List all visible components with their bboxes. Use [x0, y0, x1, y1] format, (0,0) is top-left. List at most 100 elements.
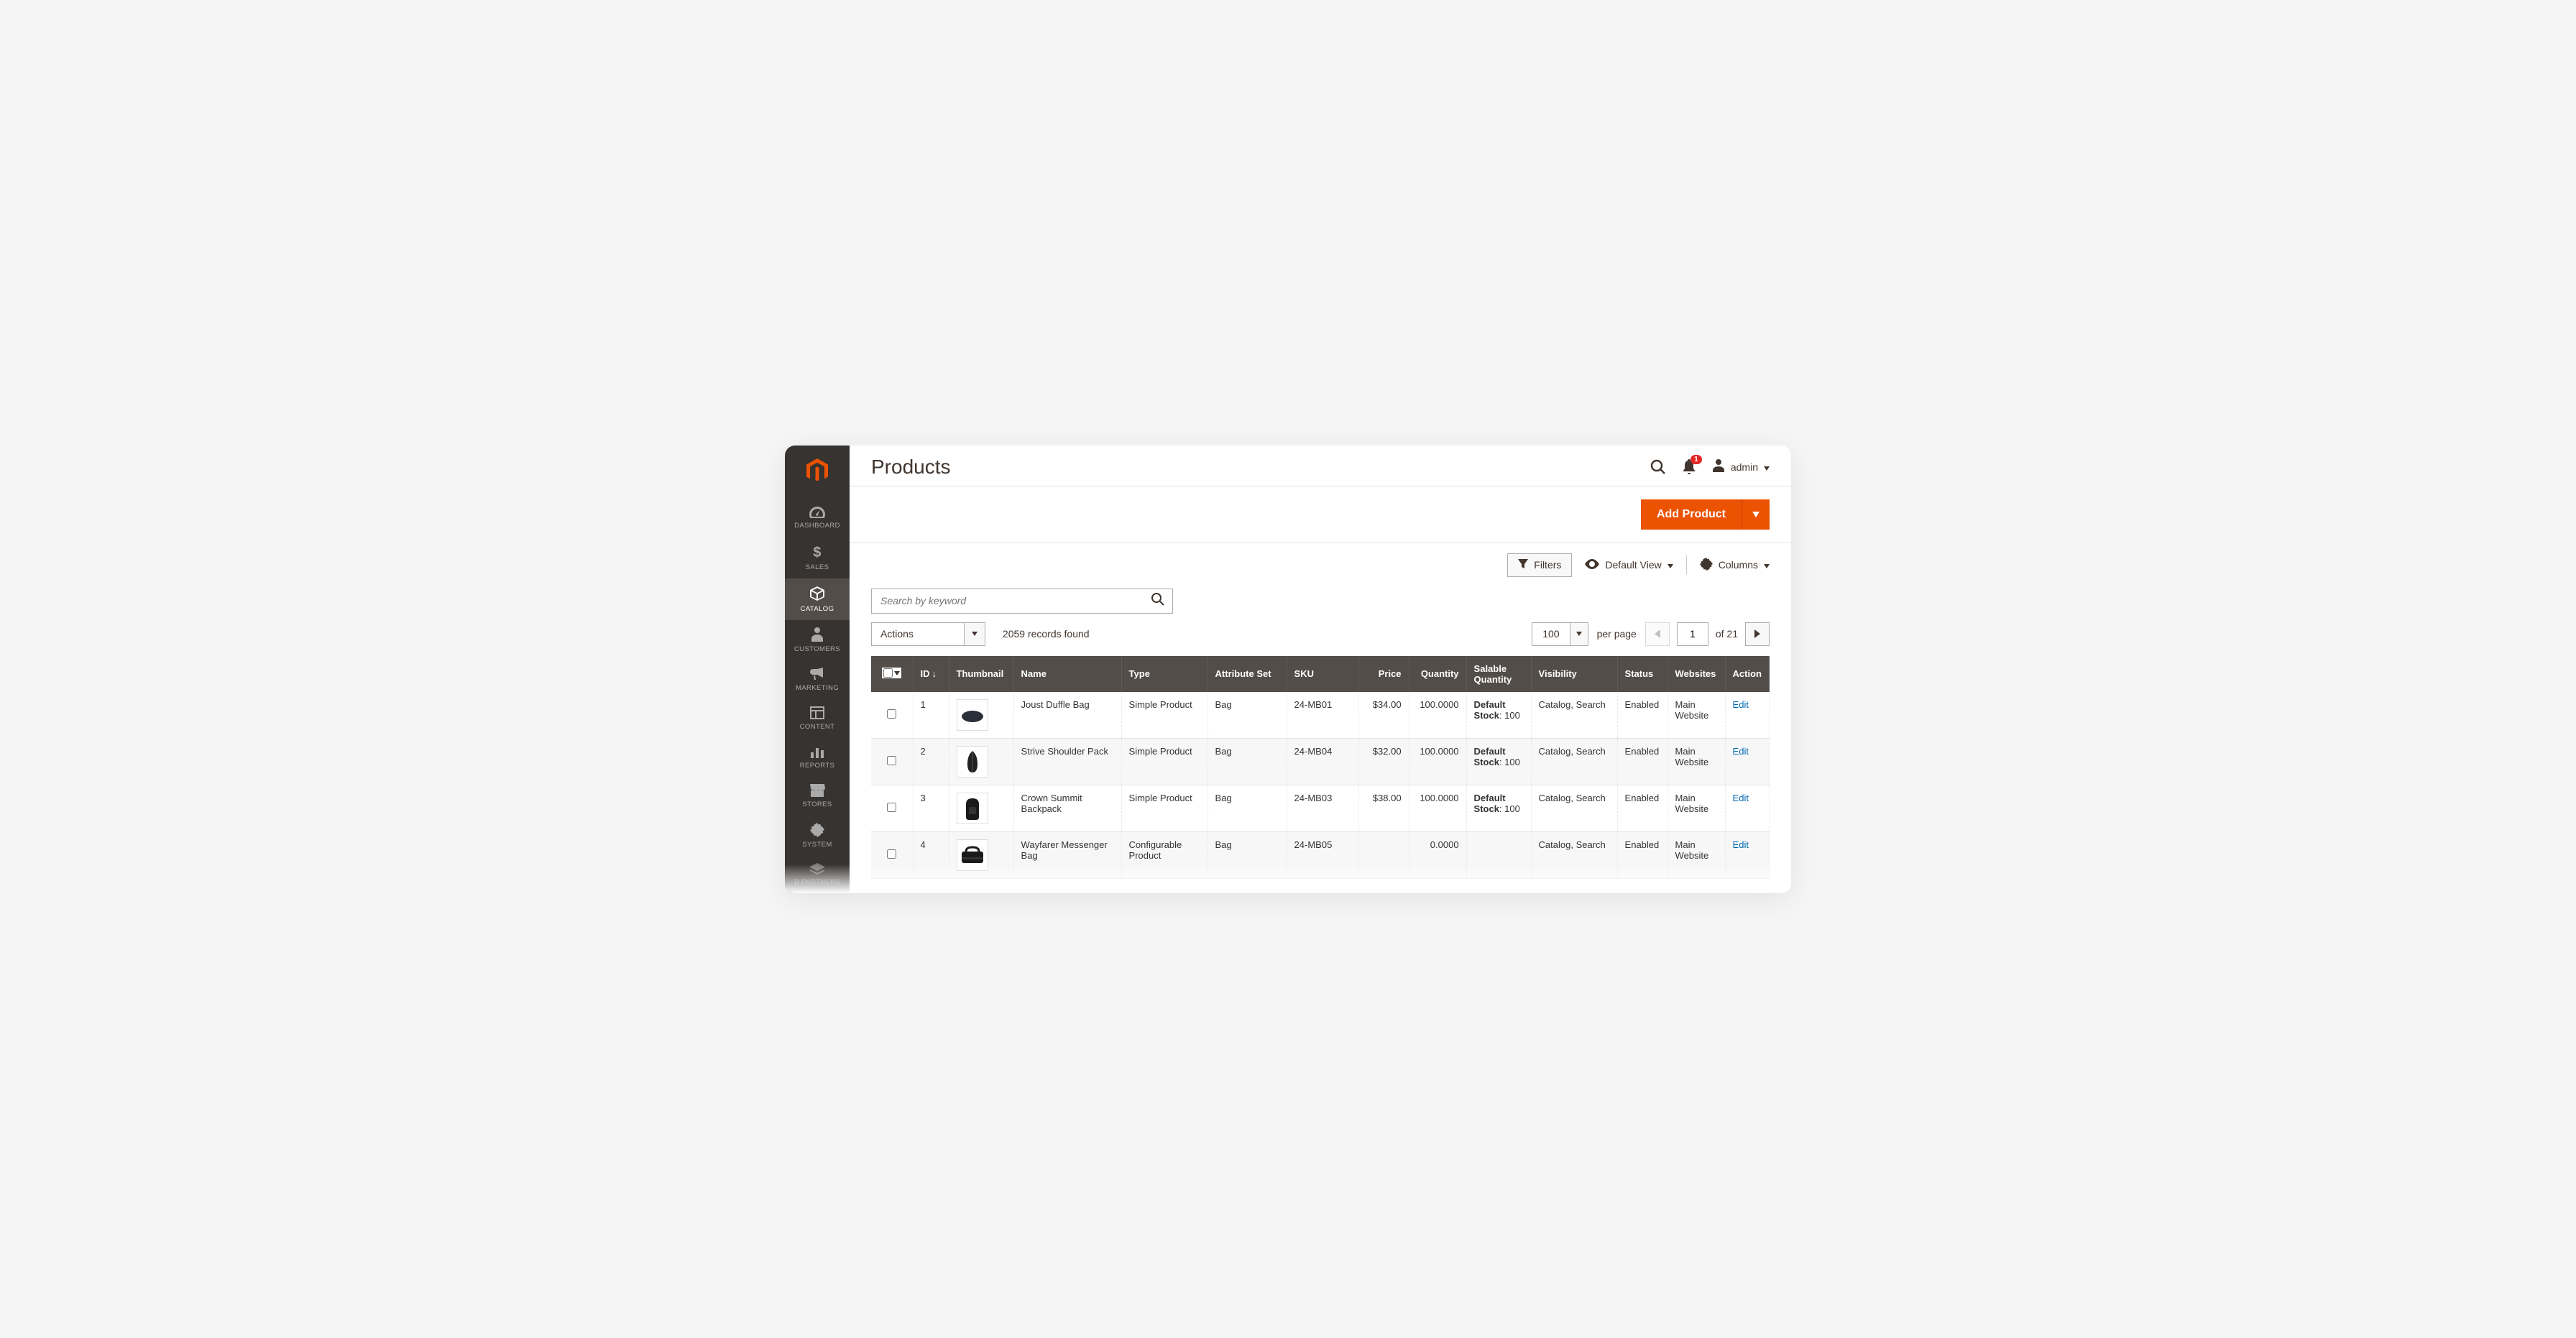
cell-quantity: 100.0000 [1409, 738, 1466, 785]
cell-attribute-set: Bag [1208, 831, 1287, 878]
notification-badge: 1 [1690, 455, 1702, 464]
sidebar-item-dashboard[interactable]: DASHBOARD [785, 499, 850, 537]
current-page-input[interactable] [1677, 622, 1708, 646]
cell-thumbnail [949, 785, 1013, 831]
edit-link[interactable]: Edit [1733, 699, 1749, 710]
cell-price: $34.00 [1358, 692, 1409, 739]
page-size-select[interactable]: 100 [1532, 622, 1588, 646]
sidebar-item-customers[interactable]: CUSTOMERS [785, 620, 850, 660]
row-checkbox[interactable] [887, 709, 896, 719]
column-header-attribute-set[interactable]: Attribute Set [1208, 656, 1287, 692]
prev-page-button[interactable] [1645, 622, 1670, 646]
product-thumbnail-icon [957, 699, 988, 731]
row-checkbox[interactable] [887, 756, 896, 765]
row-checkbox[interactable] [887, 849, 896, 859]
column-header-sku[interactable]: SKU [1287, 656, 1358, 692]
cell-thumbnail [949, 692, 1013, 739]
cell-salable-quantity: Default Stock: 100 [1466, 738, 1531, 785]
search-icon[interactable] [1650, 459, 1666, 475]
sidebar-item-sales[interactable]: $ SALES [785, 537, 850, 578]
column-header-action[interactable]: Action [1725, 656, 1769, 692]
column-header-id[interactable]: ID↓ [913, 656, 949, 692]
column-header-websites[interactable]: Websites [1668, 656, 1725, 692]
add-product-dropdown-toggle[interactable] [1742, 499, 1770, 530]
chevron-down-icon[interactable] [1570, 623, 1588, 645]
per-page-label: per page [1597, 628, 1637, 640]
sidebar-item-label: SALES [806, 563, 829, 571]
bar-chart-icon [810, 745, 824, 758]
filters-button[interactable]: Filters [1507, 553, 1572, 577]
sidebar-item-label: SYSTEM [802, 841, 832, 849]
add-product-button[interactable]: Add Product [1641, 499, 1770, 530]
chevron-down-icon [1668, 559, 1673, 571]
next-page-button[interactable] [1745, 622, 1770, 646]
search-box[interactable] [871, 589, 1173, 614]
edit-link[interactable]: Edit [1733, 793, 1749, 803]
cell-attribute-set: Bag [1208, 692, 1287, 739]
cell-type: Configurable Product [1121, 831, 1208, 878]
records-found: 2059 records found [1003, 628, 1090, 640]
table-row[interactable]: 1 Joust Duffle Bag Simple Product Bag 24… [871, 692, 1770, 739]
person-icon [811, 627, 823, 642]
sidebar-item-reports[interactable]: REPORTS [785, 738, 850, 777]
row-checkbox[interactable] [887, 803, 896, 812]
select-all-checkbox[interactable] [883, 668, 893, 678]
user-menu[interactable]: admin [1712, 459, 1770, 474]
sort-down-icon: ↓ [932, 668, 937, 679]
cell-visibility: Catalog, Search [1531, 692, 1617, 739]
table-row[interactable]: 4 Wayfarer Messenger Bag Configurable Pr… [871, 831, 1770, 878]
sidebar-item-partners[interactable]: D PARTNERS [785, 856, 850, 893]
table-row[interactable]: 3 Crown Summit Backpack Simple Product B… [871, 785, 1770, 831]
column-header-price[interactable]: Price [1358, 656, 1409, 692]
edit-link[interactable]: Edit [1733, 839, 1749, 850]
gear-icon [810, 823, 824, 837]
cell-type: Simple Product [1121, 785, 1208, 831]
default-view-toggle[interactable]: Default View [1585, 559, 1673, 571]
column-header-visibility[interactable]: Visibility [1531, 656, 1617, 692]
sidebar-item-content[interactable]: CONTENT [785, 699, 850, 738]
search-icon[interactable] [1151, 592, 1165, 610]
chevron-down-icon[interactable] [894, 671, 900, 675]
cell-websites: Main Website [1668, 785, 1725, 831]
sidebar-item-system[interactable]: SYSTEM [785, 816, 850, 856]
sidebar-item-label: D PARTNERS [794, 878, 840, 886]
megaphone-icon [810, 668, 824, 680]
sidebar-item-marketing[interactable]: MARKETING [785, 660, 850, 699]
product-thumbnail-icon [957, 839, 988, 871]
cell-name: Crown Summit Backpack [1013, 785, 1121, 831]
product-thumbnail-icon [957, 746, 988, 778]
eye-icon [1585, 559, 1599, 571]
chevron-down-icon[interactable] [964, 623, 985, 645]
bulk-actions-select[interactable]: Actions [871, 622, 985, 646]
sidebar-item-catalog[interactable]: CATALOG [785, 578, 850, 620]
gear-icon [1700, 558, 1713, 573]
notifications-bell-icon[interactable]: 1 [1682, 459, 1696, 475]
cell-action: Edit [1725, 692, 1769, 739]
sidebar-item-stores[interactable]: STORES [785, 777, 850, 816]
divider [1686, 555, 1687, 574]
cell-status: Enabled [1617, 738, 1668, 785]
cell-type: Simple Product [1121, 692, 1208, 739]
cell-name: Wayfarer Messenger Bag [1013, 831, 1121, 878]
column-header-type[interactable]: Type [1121, 656, 1208, 692]
cell-id: 1 [913, 692, 949, 739]
chevron-down-icon [1764, 461, 1770, 473]
search-input[interactable] [880, 595, 1151, 606]
column-header-name[interactable]: Name [1013, 656, 1121, 692]
column-header-salable-quantity[interactable]: Salable Quantity [1466, 656, 1531, 692]
chevron-down-icon [1764, 559, 1770, 571]
cell-quantity: 100.0000 [1409, 692, 1466, 739]
column-header-status[interactable]: Status [1617, 656, 1668, 692]
cell-price [1358, 831, 1409, 878]
cell-attribute-set: Bag [1208, 785, 1287, 831]
table-row[interactable]: 2 Strive Shoulder Pack Simple Product Ba… [871, 738, 1770, 785]
columns-toggle[interactable]: Columns [1700, 558, 1770, 573]
edit-link[interactable]: Edit [1733, 746, 1749, 757]
cell-visibility: Catalog, Search [1531, 738, 1617, 785]
column-header-quantity[interactable]: Quantity [1409, 656, 1466, 692]
product-thumbnail-icon [957, 793, 988, 824]
partners-icon [810, 863, 824, 875]
column-header-select[interactable] [871, 656, 913, 692]
column-header-thumbnail[interactable]: Thumbnail [949, 656, 1013, 692]
cell-sku: 24-MB01 [1287, 692, 1358, 739]
